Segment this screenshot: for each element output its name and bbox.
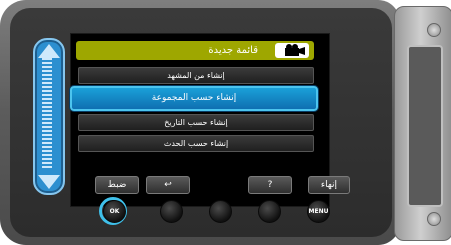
scroll-slider[interactable] [33, 38, 65, 195]
hardware-button-4[interactable] [258, 200, 281, 223]
menu-item-create-by-event[interactable]: إنشاء حسب الحدث [78, 135, 314, 152]
help-button[interactable]: ? [248, 176, 292, 194]
back-button[interactable]: ↩ [146, 176, 190, 194]
ok-label: OK [109, 208, 120, 215]
menu-button[interactable]: MENU [307, 200, 330, 223]
screw-icon [427, 23, 441, 37]
side-window [407, 45, 443, 207]
menu-item-create-from-scene[interactable]: إنشاء من المشهد [78, 67, 314, 84]
menu-label: MENU [308, 208, 329, 215]
side-panel [394, 6, 451, 241]
hardware-button-2[interactable] [160, 200, 183, 223]
menu-item-create-by-date[interactable]: إنشاء حسب التاريخ [78, 114, 314, 131]
menu-item-create-by-group[interactable]: إنشاء حسب المجموعة [70, 86, 318, 111]
camcorder-icon [275, 43, 309, 58]
screw-icon [427, 212, 441, 226]
end-button[interactable]: إنهاء [308, 176, 350, 194]
back-arrow-icon: ↩ [164, 180, 172, 190]
hardware-button-3[interactable] [209, 200, 232, 223]
set-button[interactable]: ضبط [95, 176, 139, 194]
menu-header: قائمة جديدة [76, 41, 314, 60]
slider-rail [42, 58, 52, 170]
menu-title: قائمة جديدة [208, 45, 258, 56]
ok-button[interactable]: OK [103, 200, 126, 223]
